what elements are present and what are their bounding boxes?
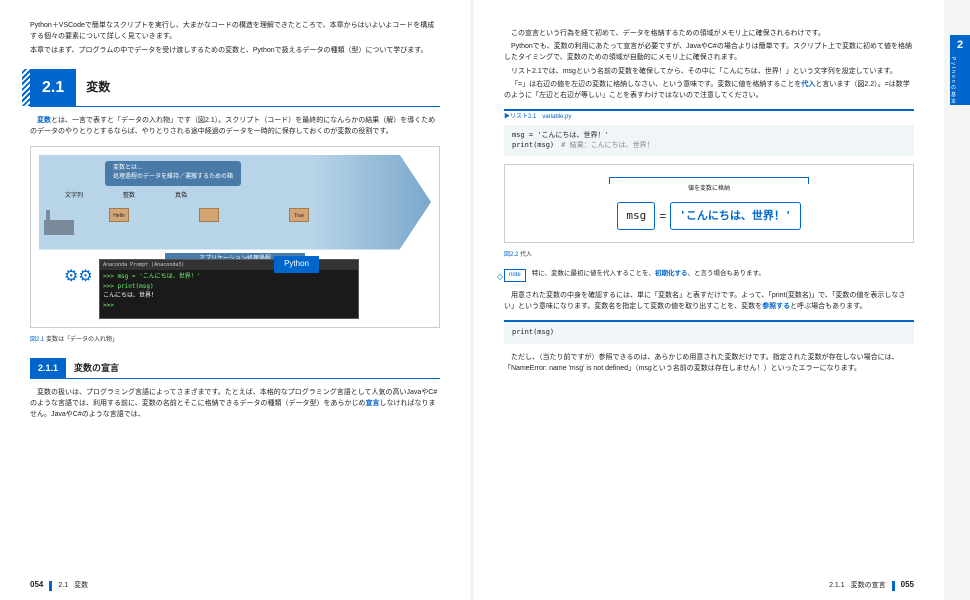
assign-value-box: 'こんにちは、世界！' <box>670 202 800 230</box>
page-footer-left: 054 2.1 変数 <box>30 579 88 592</box>
assign-equals: = <box>659 207 666 226</box>
section-header: 2.1 変数 <box>30 69 440 108</box>
intro-paragraphs: Python＋VSCodeで簡単なスクリプトを実行し、大まかなコードの構造を理解… <box>30 20 440 57</box>
subsection-title: 変数の宣言 <box>74 361 119 375</box>
section-title: 変数 <box>86 78 110 97</box>
terminal-title: Anaconda Prompt (Anaconda3) <box>100 260 358 270</box>
right-body-4: ただし、（当たり前ですが）参照できるのは、あらかじめ用意された変数だけです。指定… <box>504 352 914 374</box>
box-icon: Hello <box>109 208 129 222</box>
gear-icon: ⚙⚙ <box>64 264 93 290</box>
diagram-conveyor: 変数とは…処理過程のデータを維持／運搬するための箱 文字列 整数 真偽 Hell… <box>39 155 431 250</box>
intro-p1: Python＋VSCodeで簡単なスクリプトを実行し、大まかなコードの構造を理解… <box>30 20 440 42</box>
subsection-number: 2.1.1 <box>30 358 66 378</box>
code-block: msg = 'こんにちは、世界！' print(msg) # 結果：こんにちは、… <box>504 125 914 156</box>
code-print-msg: print(msg) <box>504 320 914 343</box>
note-icon: note <box>504 269 526 283</box>
body-text-1: 変数とは、一言で表すと「データの入れ物」です（図2.1）。スクリプト（コード）を… <box>30 115 440 137</box>
section-number: 2.1 <box>30 69 76 107</box>
subsection-header: 2.1.1 変数の宣言 <box>30 358 440 379</box>
highlight-assign: 代入 <box>801 81 815 88</box>
python-badge: Python <box>274 256 319 273</box>
assign-variable-box: msg <box>617 202 655 230</box>
diagram-type-labels: 文字列 整数 真偽 <box>65 192 425 202</box>
chapter-tab: 2 Pythonの基本 <box>950 35 970 105</box>
box-icon <box>199 208 219 222</box>
assign-label: 値を変数に格納 <box>525 185 893 195</box>
box-icon: True <box>289 208 309 222</box>
page-footer-right: 2.1.1 変数の宣言 055 <box>829 579 914 592</box>
page-right: この宣言という行為を経て初めて、データを格納するための領域がメモリ上に確保される… <box>474 0 944 600</box>
page-left: Python＋VSCodeで簡単なスクリプトを実行し、大まかなコードの構造を理解… <box>0 0 470 600</box>
terminal-window: Anaconda Prompt (Anaconda3) >>> msg = 'こ… <box>99 259 359 319</box>
right-body-1: この宣言という行為を経て初めて、データを格納するための領域がメモリ上に確保される… <box>504 28 914 101</box>
diagram-label: 変数とは…処理過程のデータを維持／運搬するための箱 <box>105 161 241 186</box>
terminal-wrapper: ⚙⚙ Python Anaconda Prompt (Anaconda3) >>… <box>99 259 359 319</box>
figure-2-2-caption: 図2.2 代入 <box>504 251 914 261</box>
forklift-icon <box>44 205 79 235</box>
listing-2-1: リスト2.1 variable.py msg = 'こんにちは、世界！' pri… <box>504 109 914 156</box>
note-text: 特に、変数に最初に値を代入することを、初期化する、と言う場合もあります。 <box>532 269 914 279</box>
highlight-variable: 変数 <box>37 117 51 124</box>
listing-label: リスト2.1 variable.py <box>504 111 914 125</box>
highlight-declare: 宣言 <box>365 400 379 407</box>
figure-caption: 図2.1 変数は「データの入れ物」 <box>30 336 440 346</box>
intro-p2: 本章ではまず、プログラムの中でデータを受け渡しするための変数と、Pythonで扱… <box>30 45 440 56</box>
body-text-2: 変数の扱いは、プログラミング言語によってさまざまです。たとえば、本格的なプログラ… <box>30 387 440 421</box>
right-body-3: 用意された変数の中身を確認するには、単に「変数名」と表すだけです。よって、「pr… <box>504 290 914 312</box>
note-box: note 特に、変数に最初に値を代入することを、初期化する、と言う場合もあります… <box>504 269 914 283</box>
figure-2-2: 値を変数に格納 msg = 'こんにちは、世界！' <box>504 164 914 243</box>
figure-2-1: 変数とは…処理過程のデータを維持／運搬するための箱 文字列 整数 真偽 Hell… <box>30 146 440 329</box>
highlight-reference: 参照する <box>762 303 790 310</box>
